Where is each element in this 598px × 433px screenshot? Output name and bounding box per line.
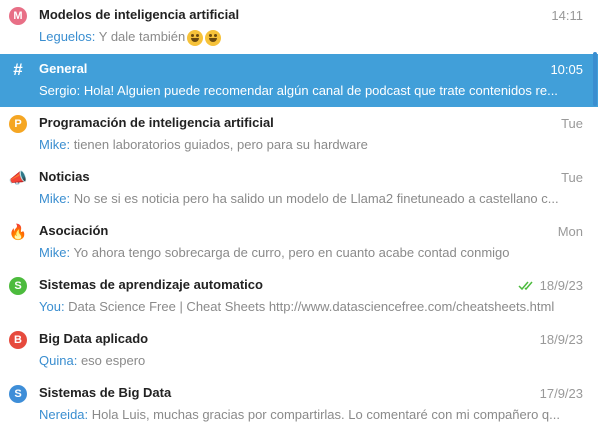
chat-time: 14:11 xyxy=(551,8,583,23)
chat-preview: Quina: eso espero xyxy=(39,353,581,368)
chat-title: Asociación xyxy=(39,223,109,238)
chat-title: Big Data aplicado xyxy=(39,331,149,346)
grinning-face-icon xyxy=(205,29,222,46)
sender-separator: : xyxy=(66,137,74,152)
chat-time: 18/9/23 xyxy=(539,278,583,293)
chat-item[interactable]: S Sistemas de Big Data 17/9/23 Nereida: Hol… xyxy=(0,378,598,431)
chat-item[interactable]: S Sistemas de aprendizaje automatico 18/9/… xyxy=(0,270,598,323)
sender-separator: : xyxy=(66,191,74,206)
chat-preview: Mike: Yo ahora tengo sobrecarga de curro… xyxy=(39,245,581,260)
read-checkmarks-icon xyxy=(518,281,533,291)
fire-icon: 🔥 xyxy=(8,224,28,241)
chat-time: 17/9/23 xyxy=(539,386,583,401)
chat-preview: Nereida: Hola Luis, muchas gracias por c… xyxy=(39,407,581,422)
message-sender: Mike xyxy=(39,245,67,260)
chat-item[interactable]: 🔥 Asociación Mon Mike: Yo ahora tengo sobre… xyxy=(0,216,598,269)
chat-preview: Mike: No se si es noticia pero ha salido… xyxy=(39,191,581,206)
emoji-group xyxy=(187,29,223,46)
chat-title: General xyxy=(39,61,88,76)
message-sender: Sergio xyxy=(39,83,77,98)
sender-separator: : xyxy=(91,29,99,44)
chat-item[interactable]: M Modelos de inteligencia artificial 14:11… xyxy=(0,0,598,53)
chat-preview: Mike: tienen laboratorios guiados, pero … xyxy=(39,137,581,152)
chat-preview: You: Data Science Free | Cheat Sheets ht… xyxy=(39,299,581,314)
message-sender: Mike xyxy=(39,137,67,152)
message-text: Hola Luis, muchas gracias por compartirl… xyxy=(91,407,560,422)
grinning-face-icon xyxy=(187,29,204,46)
message-text: eso espero xyxy=(80,353,146,368)
avatar-b-icon: B xyxy=(9,331,27,349)
message-sender: Quina xyxy=(39,353,74,368)
sender-separator: : xyxy=(76,83,84,98)
message-sender: Leguelos xyxy=(39,29,92,44)
message-text: Yo ahora tengo sobrecarga de curro, pero… xyxy=(73,245,510,260)
chat-preview: Sergio: Hola! Alguien puede recomendar a… xyxy=(39,83,581,98)
sender-separator: : xyxy=(84,407,92,422)
chat-list: M Modelos de inteligencia artificial 14:11… xyxy=(0,0,598,433)
sender-separator: : xyxy=(73,353,81,368)
chat-time: 10:05 xyxy=(550,62,583,77)
chat-title: Modelos de inteligencia artificial xyxy=(39,7,240,22)
message-sender: Mike xyxy=(39,191,67,206)
megaphone-icon: 📣 xyxy=(8,170,28,187)
message-sender: You xyxy=(39,299,61,314)
avatar-m-icon: M xyxy=(9,7,27,25)
chat-time: Tue xyxy=(561,116,583,131)
chat-time: Tue xyxy=(561,170,583,185)
avatar-p-icon: P xyxy=(9,115,27,133)
message-sender: Nereida xyxy=(39,407,85,422)
chat-title: Noticias xyxy=(39,169,90,184)
message-text: tienen laboratorios guiados, pero para s… xyxy=(73,137,368,152)
chat-item[interactable]: # General 10:05 Sergio: Hola! Alguien puede… xyxy=(0,54,598,107)
message-text: Hola! Alguien puede recomendar algún can… xyxy=(83,83,558,98)
message-text: No se si es noticia pero ha salido un mo… xyxy=(73,191,559,206)
message-text: Data Science Free | Cheat Sheets http://… xyxy=(68,299,555,314)
scrollbar[interactable] xyxy=(592,0,598,433)
avatar-s-icon: S xyxy=(9,277,27,295)
hashtag-icon: # xyxy=(13,60,23,79)
chat-time: Mon xyxy=(557,224,583,239)
chat-title: Sistemas de Big Data xyxy=(39,385,172,400)
chat-title: Programación de inteligencia artificial xyxy=(39,115,274,130)
chat-item[interactable]: 📣 Noticias Tue Mike: No se si es noticia pe… xyxy=(0,162,598,215)
chat-item[interactable]: P Programación de inteligencia artificial… xyxy=(0,108,598,161)
chat-time: 18/9/23 xyxy=(539,332,583,347)
chat-title: Sistemas de aprendizaje automatico xyxy=(39,277,263,292)
chat-item[interactable]: B Big Data aplicado 18/9/23 Quina: eso espe… xyxy=(0,324,598,377)
chat-preview: Leguelos: Y dale también xyxy=(39,29,581,46)
scrollbar-thumb[interactable] xyxy=(593,52,597,106)
avatar-s-icon: S xyxy=(9,385,27,403)
message-text: Y dale también xyxy=(98,29,186,44)
